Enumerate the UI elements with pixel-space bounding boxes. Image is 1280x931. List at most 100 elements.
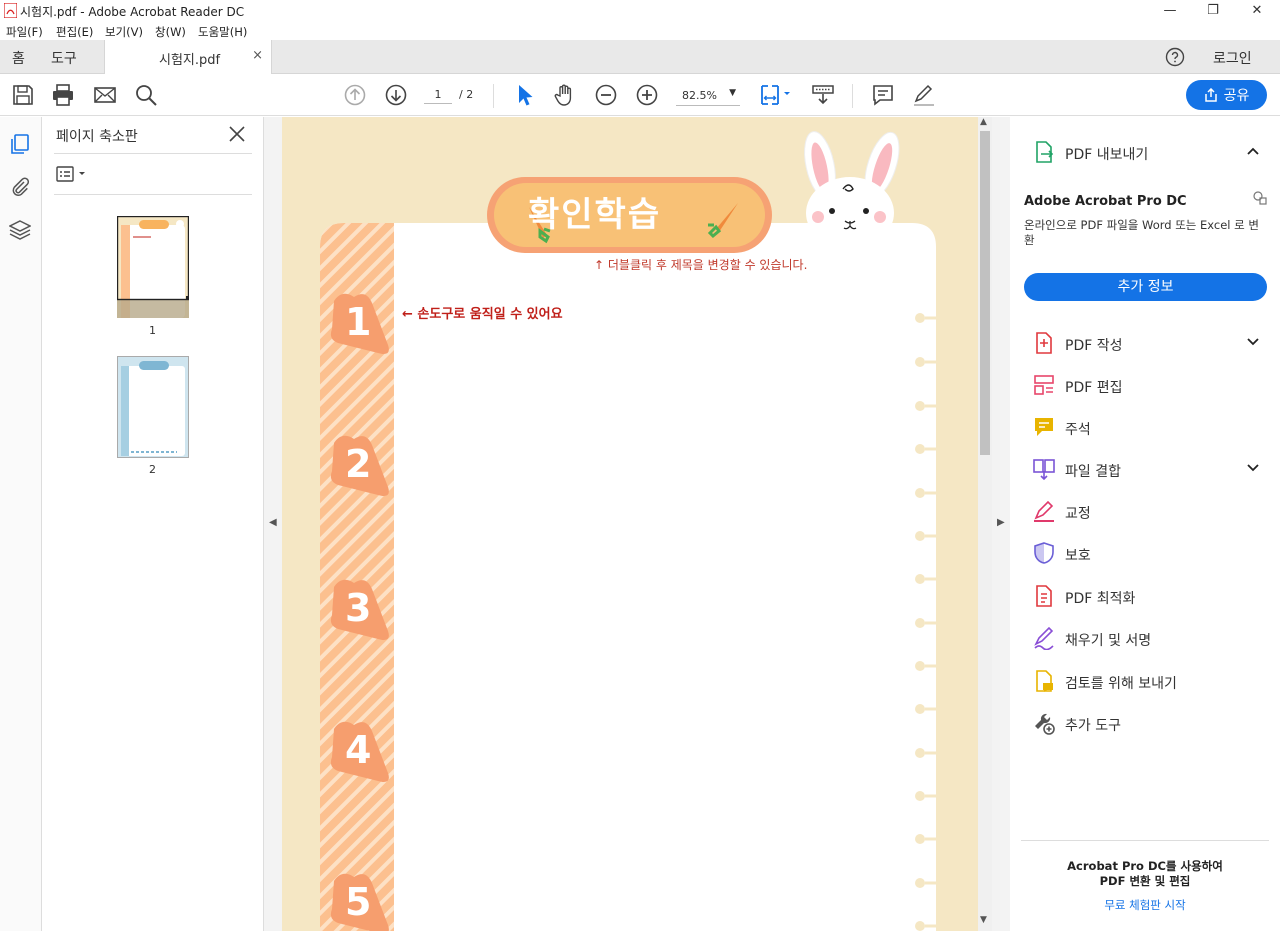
previous-page-icon[interactable] [343, 83, 367, 107]
window-title: 시험지.pdf - Adobe Acrobat Reader DC [20, 5, 245, 19]
page-thumbnail-1[interactable] [117, 216, 189, 318]
chevron-up-icon[interactable] [1246, 144, 1260, 158]
share-icon [1204, 88, 1217, 102]
zoom-select[interactable]: 82.5% ▼ [676, 86, 740, 106]
toolbar: / 2 82.5% ▼ 공유 [0, 74, 1280, 116]
free-trial-link[interactable]: 무료 체험판 시작 [1010, 897, 1280, 913]
copy-icon[interactable] [1252, 190, 1268, 206]
next-page-icon[interactable] [384, 83, 408, 107]
left-panel-collapse[interactable]: ◀ [264, 117, 282, 931]
fill-sign-icon [1034, 626, 1054, 650]
tool-label: PDF 최적화 [1065, 591, 1136, 607]
more-info-button[interactable]: 추가 정보 [1024, 273, 1267, 301]
question-number-3: 3 [345, 586, 372, 630]
worksheet-title[interactable]: 확인학습 [528, 187, 661, 236]
panel-divider [1021, 840, 1269, 841]
promo-line-1: Acrobat Pro DC를 사용하여 [1067, 859, 1223, 873]
login-link[interactable]: 로그인 [1213, 48, 1252, 68]
highlight-pen-icon[interactable] [912, 83, 936, 107]
zoom-in-icon[interactable] [635, 83, 659, 107]
zoom-out-icon[interactable] [594, 83, 618, 107]
page-thumbnail-2[interactable] [117, 356, 189, 458]
panel-divider [54, 194, 252, 195]
zoom-value: 82.5% [682, 89, 717, 102]
export-pdf-row[interactable]: PDF 내보내기 [1010, 134, 1280, 170]
scrollbar-thumb[interactable] [980, 131, 990, 455]
question-number-1: 1 [345, 300, 372, 344]
right-panel-collapse[interactable]: ▶ [992, 117, 1010, 931]
share-button[interactable]: 공유 [1186, 80, 1267, 110]
tab-document[interactable]: 시험지.pdf × [104, 40, 272, 74]
promo-text: Acrobat Pro DC를 사용하여 PDF 변환 및 편집 [1010, 859, 1280, 889]
acrobat-app-icon [4, 3, 17, 18]
comment-icon [1035, 418, 1053, 436]
chevron-down-icon[interactable] [1246, 335, 1260, 349]
vertical-scrollbar[interactable]: ▲ ▼ [978, 117, 992, 931]
tab-home[interactable]: 홈 [12, 48, 25, 68]
pro-description: 온라인으로 PDF 파일을 Word 또는 Excel 로 변환 [1024, 218, 1259, 247]
menu-window[interactable]: 창(W) [155, 24, 186, 40]
print-icon[interactable] [51, 83, 75, 107]
hand-tool-hint: ← 손도구로 움직일 수 있어요 [402, 307, 563, 322]
export-pdf-icon [1036, 141, 1054, 163]
tool-row[interactable]: 채우기 및 서명 [1010, 620, 1280, 656]
menu-edit[interactable]: 편집(E) [56, 24, 93, 40]
redact-icon [1034, 500, 1054, 522]
maximize-button[interactable]: ❐ [1190, 0, 1236, 21]
thumbnail-panel-title: 페이지 축소판 [56, 129, 138, 145]
tool-label: 추가 도구 [1065, 718, 1121, 734]
minimize-button[interactable]: — [1147, 0, 1193, 21]
menu-help[interactable]: 도움말(H) [198, 24, 247, 40]
tool-row[interactable]: 교정 [1010, 493, 1280, 529]
select-tool-icon[interactable] [513, 83, 537, 107]
layers-icon[interactable] [9, 219, 31, 241]
scroll-mode-icon[interactable] [811, 83, 835, 107]
menu-file[interactable]: 파일(F) [6, 24, 43, 40]
optimize-pdf-icon [1036, 585, 1052, 607]
edit-pdf-icon [1034, 375, 1054, 395]
scroll-up-icon[interactable]: ▲ [980, 117, 987, 127]
page-thumbnails-icon[interactable] [9, 133, 31, 155]
left-rail [0, 117, 42, 931]
close-icon[interactable] [228, 125, 246, 143]
tool-row[interactable]: 추가 도구 [1010, 705, 1280, 741]
chevron-down-icon[interactable] [1246, 461, 1260, 475]
collapse-left-icon: ◀ [269, 517, 277, 528]
page-number-input[interactable] [424, 86, 452, 104]
save-icon[interactable] [11, 83, 35, 107]
menu-view[interactable]: 보기(V) [105, 24, 143, 40]
question-number-4: 4 [345, 728, 372, 772]
email-icon[interactable] [93, 83, 117, 107]
tool-row[interactable]: PDF 최적화 [1010, 578, 1280, 614]
fit-page-icon[interactable] [758, 83, 792, 107]
toolbar-divider [493, 84, 494, 108]
tool-label: PDF 편집 [1065, 380, 1123, 396]
thumbnail-options-icon[interactable] [56, 164, 90, 184]
comment-icon[interactable] [871, 83, 895, 107]
tool-row[interactable]: 주석 [1010, 409, 1280, 445]
tool-label: 검토를 위해 보내기 [1065, 676, 1177, 692]
tool-row[interactable]: PDF 작성 [1010, 325, 1280, 361]
attachment-icon[interactable] [9, 175, 31, 197]
tab-tools[interactable]: 도구 [51, 48, 77, 68]
share-label: 공유 [1223, 88, 1250, 104]
hand-tool-icon[interactable] [553, 83, 577, 107]
chevron-down-icon: ▼ [729, 88, 736, 98]
tool-label: PDF 작성 [1065, 338, 1123, 354]
help-icon[interactable] [1165, 47, 1185, 67]
title-edit-hint: ↑ 더블클릭 후 제목을 변경할 수 있습니다. [594, 258, 808, 272]
scroll-down-icon[interactable]: ▼ [980, 915, 987, 925]
page-total: / 2 [459, 88, 474, 101]
close-window-button[interactable]: ✕ [1234, 0, 1280, 21]
tool-row[interactable]: 검토를 위해 보내기 [1010, 663, 1280, 699]
tool-row[interactable]: 보호 [1010, 535, 1280, 571]
search-icon[interactable] [134, 83, 158, 107]
tool-row[interactable]: 파일 결합 [1010, 451, 1280, 487]
document-view[interactable]: 확인학습 ↑ 더블클릭 후 제목을 변경할 수 있습니다. ← 손도구로 움직일… [282, 117, 978, 931]
panel-divider [54, 153, 252, 154]
tool-label: 교정 [1065, 506, 1091, 522]
thumbnail-label-1: 1 [149, 324, 156, 337]
tool-row[interactable]: PDF 편집 [1010, 367, 1280, 403]
document-tab-close-icon[interactable]: × [252, 48, 263, 63]
create-pdf-icon [1036, 332, 1052, 354]
